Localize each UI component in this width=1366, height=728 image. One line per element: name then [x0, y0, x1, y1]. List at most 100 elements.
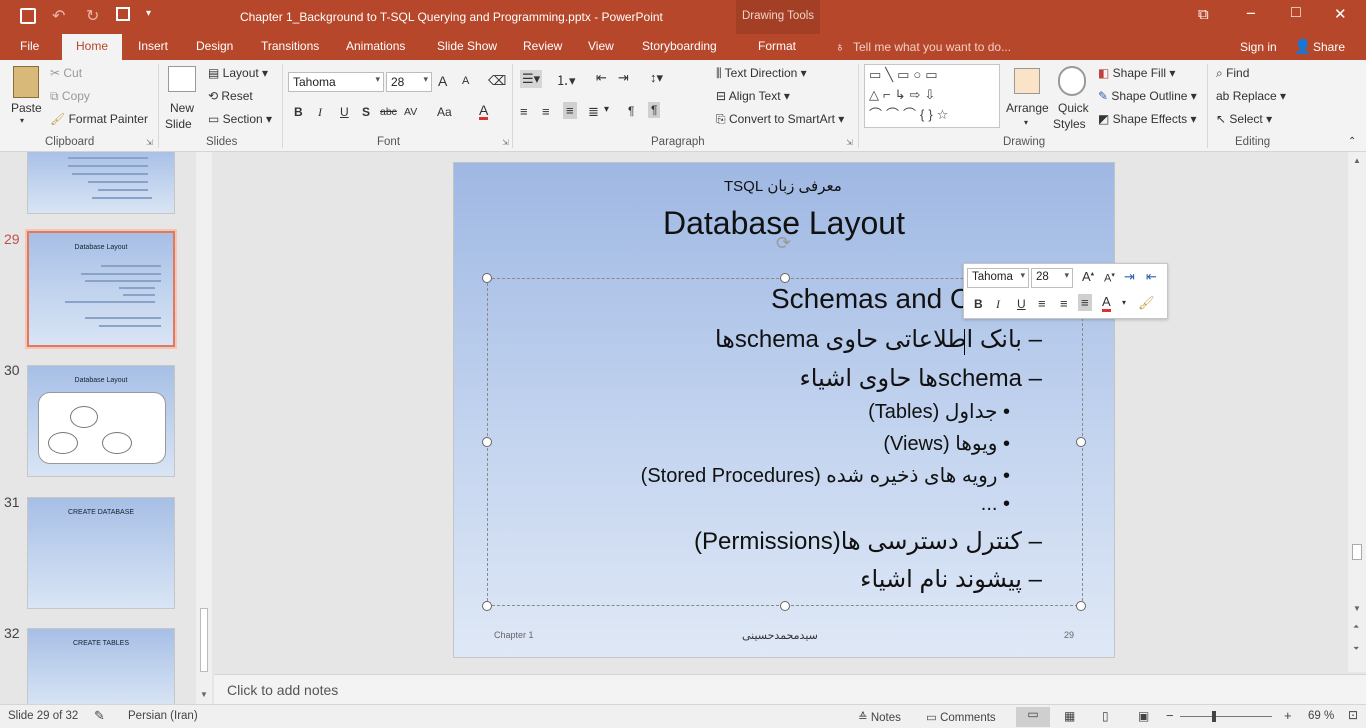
slide-thumbnail-31[interactable]: CREATE DATABASE	[27, 497, 175, 609]
mini-indent-icon[interactable]: ⇥	[1124, 269, 1135, 285]
tab-insert[interactable]: Insert	[138, 39, 168, 53]
format-painter-button[interactable]: 🖌 Format Painter	[50, 112, 148, 126]
clear-formatting-icon[interactable]: ⌫	[488, 73, 506, 89]
tell-me-input[interactable]: Tell me what you want to do...	[853, 40, 1011, 54]
tab-view[interactable]: View	[588, 39, 614, 53]
resize-handle[interactable]	[482, 273, 492, 283]
comments-button[interactable]: ▭ Comments	[926, 710, 996, 724]
line-spacing-icon[interactable]: ↕▾	[650, 70, 663, 86]
mini-outdent-icon[interactable]: ⇤	[1146, 269, 1157, 285]
zoom-slider[interactable]	[1180, 716, 1272, 717]
mini-align-center-icon[interactable]: ≡	[1060, 296, 1068, 311]
align-text-button[interactable]: ⊟ Align Text ▾	[716, 89, 790, 103]
mini-italic-icon[interactable]: I	[996, 297, 1000, 312]
slide-line-8[interactable]: – کنترل دسترسی ها(Permissions)	[694, 527, 1042, 556]
close-button[interactable]: ✕	[1334, 5, 1347, 23]
arrange-icon[interactable]	[1014, 68, 1040, 94]
shapes-gallery[interactable]: ▭╲▭○▭ △⌐↳⇨⇩ ⌒⌒⌒{}☆	[864, 64, 1000, 128]
maximize-button[interactable]: □	[1291, 4, 1301, 22]
slide-line-6[interactable]: • رویه های ذخیره شده (Stored Procedures)	[641, 463, 1010, 488]
resize-handle[interactable]	[780, 273, 790, 283]
resize-handle[interactable]	[482, 437, 492, 447]
language-indicator[interactable]: Persian (Iran)	[128, 710, 198, 722]
slide-line-3[interactable]: – schemaها حاوی اشیاء	[799, 364, 1042, 393]
slide-header[interactable]: معرفی زبان TSQL	[724, 177, 842, 195]
normal-view-icon[interactable]: ▭	[1016, 707, 1050, 727]
mini-align-left-icon[interactable]: ≡	[1038, 296, 1046, 311]
quick-styles-icon[interactable]	[1058, 66, 1086, 96]
ribbon-display-icon[interactable]: ⧉	[1198, 6, 1209, 23]
cut-button[interactable]: ✂ Cut	[50, 66, 82, 80]
mini-font-combo[interactable]: Tahoma ▾	[967, 268, 1029, 288]
paste-button[interactable]: Paste	[11, 101, 42, 115]
rtl-icon[interactable]: ¶	[648, 102, 661, 118]
font-size-combo[interactable]: 28 ▾	[386, 72, 432, 92]
sign-in-link[interactable]: Sign in	[1240, 40, 1277, 54]
customize-qat-icon[interactable]: ▾	[146, 8, 151, 19]
redo-icon[interactable]: ↻	[86, 6, 99, 26]
tab-animations[interactable]: Animations	[346, 39, 405, 53]
tab-design[interactable]: Design	[196, 39, 233, 53]
find-button[interactable]: ⌕ Find	[1216, 66, 1249, 81]
shrink-font-button[interactable]: A	[462, 75, 469, 87]
tab-format[interactable]: Format	[758, 39, 796, 53]
slide-line-7[interactable]: • ...	[981, 493, 1010, 516]
tab-file[interactable]: File	[20, 39, 39, 53]
columns-icon[interactable]: ▾	[604, 104, 609, 115]
mini-align-right-icon[interactable]: ≡	[1078, 294, 1092, 311]
slide-scrollbar[interactable]: ▲ ▼ ⏶ ⏷	[1348, 152, 1366, 672]
zoom-out-button[interactable]: −	[1166, 708, 1174, 723]
undo-icon[interactable]: ↶	[52, 6, 65, 26]
minimize-button[interactable]: −	[1246, 4, 1256, 24]
slide-thumbnail-30[interactable]: Database Layout	[27, 365, 175, 477]
mini-bold-icon[interactable]: B	[974, 297, 983, 311]
scroll-down-arrow[interactable]: ▼	[200, 690, 208, 699]
bullets-icon[interactable]: ☰▾	[520, 70, 543, 88]
new-slide-label-2[interactable]: Slide	[165, 117, 192, 131]
mini-grow-font-icon[interactable]: A▴	[1082, 269, 1094, 284]
bold-button[interactable]: B	[294, 105, 303, 119]
mini-shrink-font-icon[interactable]: A▾	[1104, 271, 1115, 285]
italic-button[interactable]: I	[318, 105, 322, 120]
resize-handle[interactable]	[1076, 601, 1086, 611]
shape-outline-button[interactable]: ✎ Shape Outline ▾	[1098, 89, 1197, 103]
align-right-icon[interactable]: ≡	[563, 102, 577, 119]
slide-line-9[interactable]: – پیشوند نام اشیاء	[860, 565, 1042, 594]
layout-button[interactable]: ▤ Layout ▾	[208, 66, 268, 80]
present-icon[interactable]	[116, 7, 130, 21]
notes-placeholder[interactable]: Click to add notes	[227, 682, 338, 698]
convert-smartart-button[interactable]: ⎘ Convert to SmartArt ▾	[716, 112, 844, 127]
shadow-button[interactable]: S	[362, 105, 370, 119]
thumbnail-scrollbar[interactable]: ▼	[196, 152, 212, 704]
slide-line-1[interactable]: Schemas and O	[771, 283, 972, 315]
scroll-down-arrow[interactable]: ▼	[1353, 604, 1361, 613]
shape-effects-button[interactable]: ◩ Shape Effects ▾	[1098, 112, 1197, 126]
increase-indent-icon[interactable]: ⇥	[618, 70, 629, 86]
slide-thumbnail-28[interactable]	[27, 152, 175, 214]
change-case-button[interactable]: Aa	[437, 105, 452, 119]
tab-slide-show[interactable]: Slide Show	[437, 39, 497, 53]
paste-icon[interactable]	[13, 66, 39, 98]
align-center-icon[interactable]: ≡	[542, 104, 550, 119]
grow-font-button[interactable]: A	[438, 73, 447, 89]
tab-storyboarding[interactable]: Storyboarding	[642, 39, 717, 53]
copy-button[interactable]: ⧉ Copy	[50, 89, 90, 104]
save-icon[interactable]	[20, 8, 36, 24]
slideshow-view-icon[interactable]: ▣	[1138, 709, 1149, 723]
section-button[interactable]: ▭ Section ▾	[208, 112, 272, 126]
slide-sorter-icon[interactable]: ▦	[1064, 709, 1075, 723]
font-color-button[interactable]: A	[479, 103, 489, 120]
zoom-level[interactable]: 69 %	[1308, 710, 1334, 722]
next-slide-icon[interactable]: ⏷	[1353, 644, 1359, 654]
mini-size-combo[interactable]: 28 ▾	[1031, 268, 1073, 288]
arrange-dropdown[interactable]: ▾	[1024, 118, 1028, 127]
reset-button[interactable]: ⟲ Reset	[208, 89, 253, 103]
slide-line-5[interactable]: • ویوها (Views)	[883, 431, 1010, 456]
tab-transitions[interactable]: Transitions	[261, 39, 319, 53]
zoom-slider-thumb[interactable]	[1212, 711, 1216, 722]
mini-font-color-icon[interactable]: A	[1102, 295, 1111, 312]
font-name-combo[interactable]: Tahoma ▾	[288, 72, 384, 92]
previous-slide-icon[interactable]: ⏶	[1353, 622, 1359, 632]
notes-button[interactable]: ≙ Notes	[858, 710, 901, 724]
share-icon[interactable]: 👤	[1294, 38, 1311, 55]
